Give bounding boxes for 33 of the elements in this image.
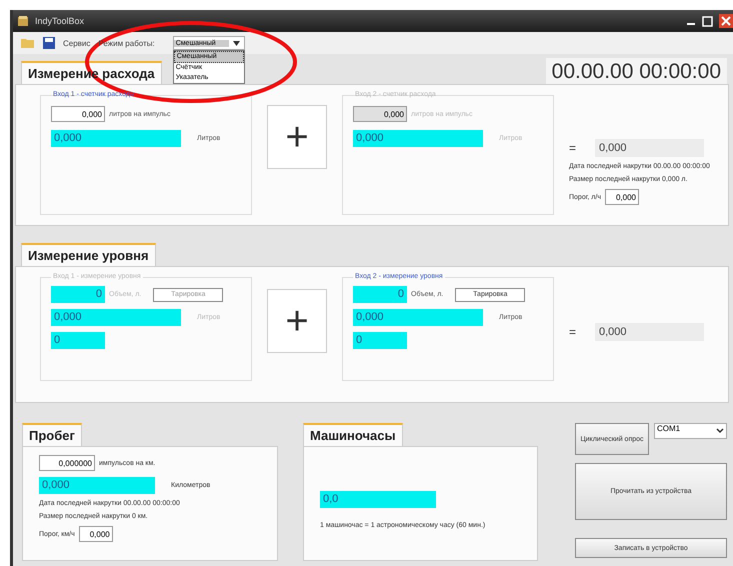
total-display: 0,000 xyxy=(595,139,704,157)
threshold-field[interactable]: 0,000 xyxy=(604,189,639,205)
clock-display: 00.00.00 00:00:00 xyxy=(546,58,727,84)
count-display: 0 xyxy=(51,332,105,349)
threshold-field[interactable]: 0,000 xyxy=(78,526,113,542)
close-icon[interactable] xyxy=(719,14,733,28)
hours-display: 0,0 xyxy=(320,490,436,508)
equals-sign: = xyxy=(569,141,578,155)
value-display: 0,000 xyxy=(39,477,155,494)
value-display: 0,000 xyxy=(353,309,483,326)
hours-tab[interactable]: Машиночасы xyxy=(303,423,403,446)
volume-display: 0 xyxy=(353,286,407,303)
count-display: 0 xyxy=(353,332,407,349)
window-title: IndyToolBox xyxy=(35,16,84,26)
caret-icon xyxy=(716,428,724,434)
value-display: 0,000 xyxy=(51,130,181,147)
total-display: 0,000 xyxy=(595,323,704,341)
factor-field[interactable]: 0,000 xyxy=(51,106,105,122)
plus-button[interactable]: + xyxy=(267,105,327,169)
maximize-icon[interactable] xyxy=(702,16,713,26)
value-display: 0,000 xyxy=(353,130,483,147)
service-menu[interactable]: Сервис xyxy=(63,38,90,48)
port-dropdown[interactable]: COM1 xyxy=(654,423,727,439)
equals-sign: = xyxy=(569,325,578,339)
value-display: 0,000 xyxy=(51,309,181,326)
app-icon xyxy=(17,15,29,27)
mileage-tab[interactable]: Пробег xyxy=(22,423,82,446)
factor-field[interactable]: 0,000000 xyxy=(39,455,95,471)
volume-display: 0 xyxy=(51,286,105,303)
plus-button[interactable]: + xyxy=(267,289,327,353)
caret-icon xyxy=(230,40,242,46)
level-tab[interactable]: Измерение уровня xyxy=(21,243,156,266)
save-icon[interactable] xyxy=(43,37,55,49)
